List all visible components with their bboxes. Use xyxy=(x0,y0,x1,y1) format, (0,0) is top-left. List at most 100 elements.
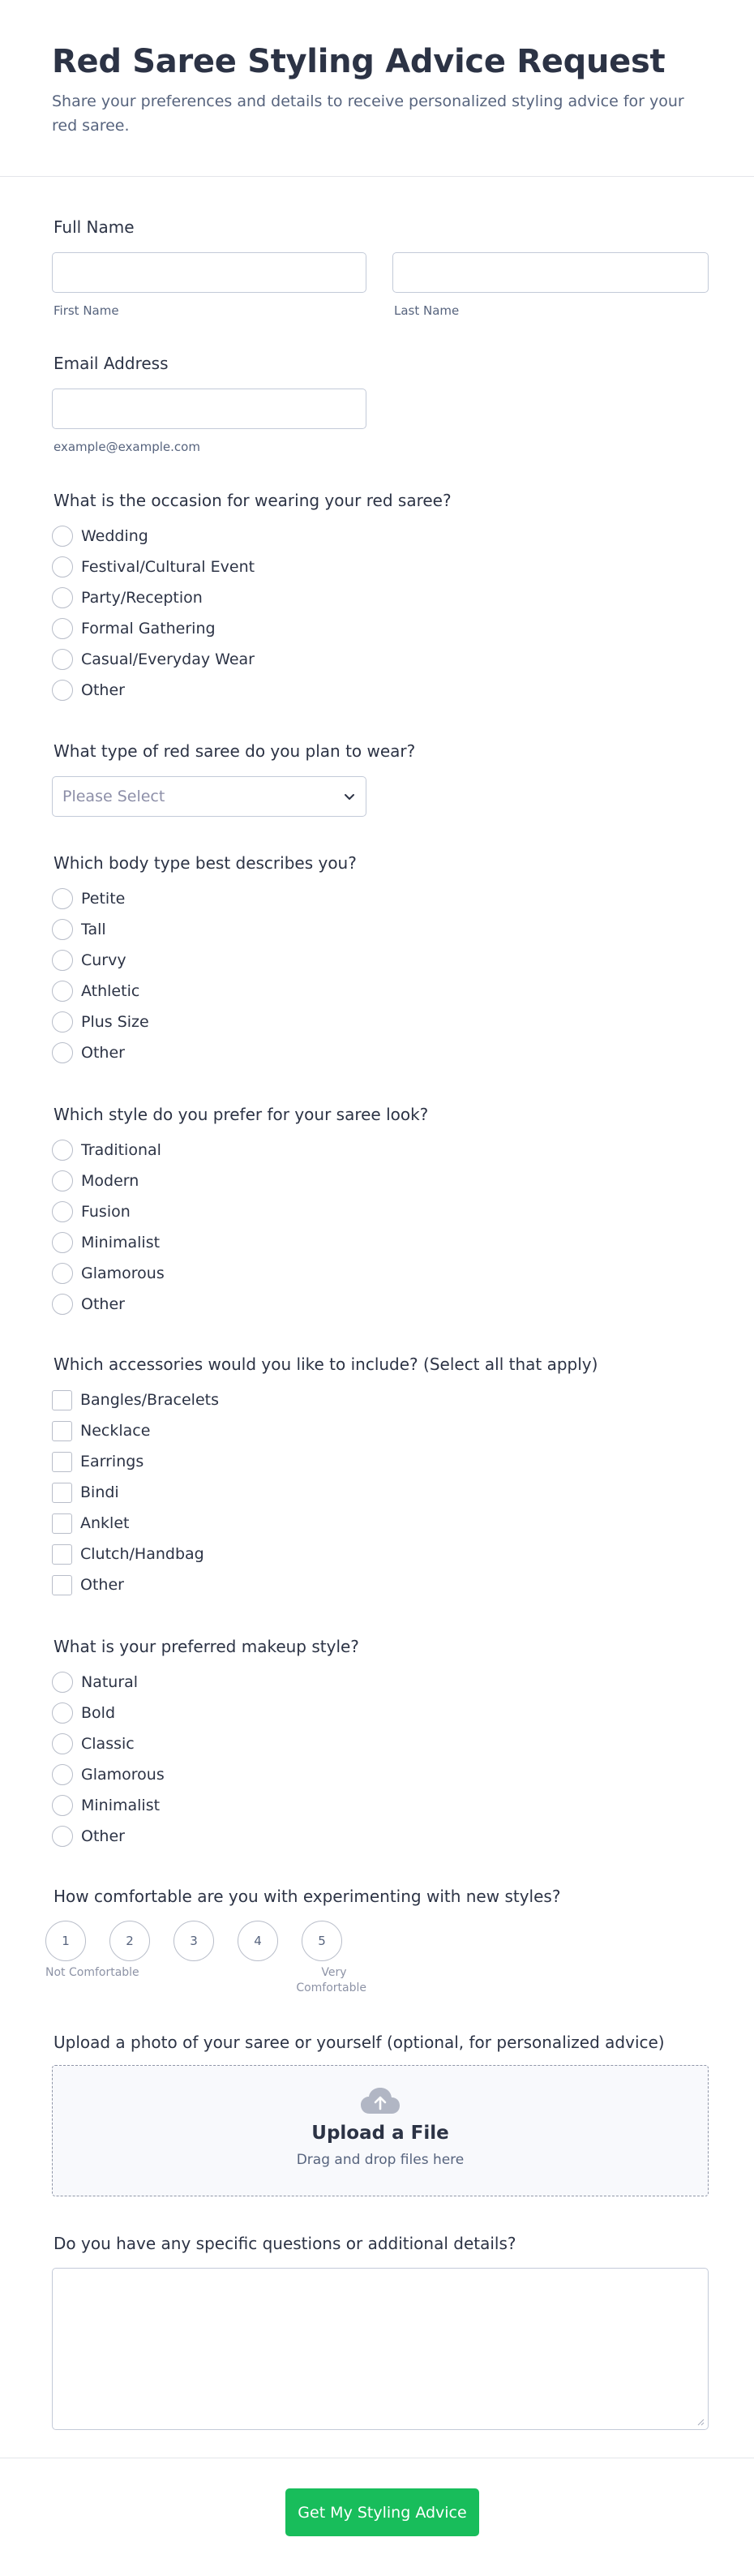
radio-button[interactable] xyxy=(52,649,73,670)
radio-button[interactable] xyxy=(52,888,73,909)
form-footer: Get My Styling Advice xyxy=(0,2458,754,2576)
radio-button[interactable] xyxy=(52,680,73,701)
makeup-option[interactable]: Glamorous xyxy=(52,1763,165,1786)
occasion-option[interactable]: Wedding xyxy=(52,525,148,547)
body-type-option[interactable]: Athletic xyxy=(52,980,139,1002)
body-type-option[interactable]: Petite xyxy=(52,887,125,910)
radio-button[interactable] xyxy=(52,1140,73,1161)
accessory-option[interactable]: Other xyxy=(52,1574,124,1596)
occasion-option[interactable]: Festival/Cultural Event xyxy=(52,556,255,578)
comfort-section: How comfortable are you with experimenti… xyxy=(45,1887,709,2000)
details-textarea[interactable] xyxy=(52,2268,709,2430)
checkbox[interactable] xyxy=(52,1420,72,1441)
form-page: Red Saree Styling Advice Request Share y… xyxy=(0,0,754,2576)
radio-button[interactable] xyxy=(52,618,73,639)
page-description: Share your preferences and details to re… xyxy=(52,92,684,135)
comfort-label: How comfortable are you with experimenti… xyxy=(54,1887,561,1906)
last-name-input[interactable] xyxy=(392,252,709,293)
first-name-input[interactable] xyxy=(52,252,366,293)
radio-button[interactable] xyxy=(52,1170,73,1191)
scale-max-caption-line1: Very xyxy=(321,1966,347,1979)
occasion-option[interactable]: Casual/Everyday Wear xyxy=(52,648,255,671)
checkbox[interactable] xyxy=(52,1451,72,1472)
radio-button[interactable] xyxy=(52,1201,73,1222)
scale-option-1[interactable]: 1 xyxy=(45,1921,86,1961)
body-type-option[interactable]: Plus Size xyxy=(52,1011,149,1033)
style-option[interactable]: Other xyxy=(52,1293,125,1316)
makeup-option[interactable]: Bold xyxy=(52,1702,115,1724)
radio-button[interactable] xyxy=(52,1294,73,1315)
saree-type-dropdown[interactable]: Please Select xyxy=(52,776,366,817)
occasion-option[interactable]: Formal Gathering xyxy=(52,617,216,640)
style-option[interactable]: Minimalist xyxy=(52,1231,160,1254)
radio-button[interactable] xyxy=(52,1672,73,1693)
radio-button[interactable] xyxy=(52,1826,73,1847)
radio-button[interactable] xyxy=(52,1042,73,1063)
body-type-option[interactable]: Curvy xyxy=(52,949,126,972)
accessory-option[interactable]: Clutch/Handbag xyxy=(52,1543,204,1565)
scale-option-3[interactable]: 3 xyxy=(174,1921,214,1961)
radio-button[interactable] xyxy=(52,526,73,547)
email-label: Email Address xyxy=(54,354,169,373)
checkbox[interactable] xyxy=(52,1482,72,1503)
accessories-section: Which accessories would you like to incl… xyxy=(52,1355,709,1606)
radio-button[interactable] xyxy=(52,1795,73,1816)
makeup-option[interactable]: Minimalist xyxy=(52,1794,160,1817)
scale-option-5[interactable]: 5 xyxy=(302,1921,342,1961)
dropdown-placeholder: Please Select xyxy=(62,788,165,805)
radio-button[interactable] xyxy=(52,919,73,940)
occasion-option[interactable]: Party/Reception xyxy=(52,586,203,609)
radio-button[interactable] xyxy=(52,1263,73,1284)
scale-min-caption: Not Comfortable xyxy=(45,1966,139,1979)
checkbox[interactable] xyxy=(52,1543,72,1565)
email-input[interactable] xyxy=(52,389,366,429)
occasion-section: What is the occasion for wearing your re… xyxy=(52,491,709,710)
scale-option-4[interactable]: 4 xyxy=(238,1921,278,1961)
file-upload-dropzone[interactable]: Upload a File Drag and drop files here xyxy=(52,2065,709,2196)
checkbox[interactable] xyxy=(52,1389,72,1410)
radio-button[interactable] xyxy=(52,587,73,608)
checkbox[interactable] xyxy=(52,1574,72,1595)
makeup-option[interactable]: Classic xyxy=(52,1732,135,1755)
makeup-label: What is your preferred makeup style? xyxy=(54,1637,359,1656)
resize-handle-icon[interactable] xyxy=(696,2418,705,2426)
body-type-option[interactable]: Tall xyxy=(52,918,106,941)
style-option[interactable]: Traditional xyxy=(52,1139,161,1161)
occasion-option[interactable]: Other xyxy=(52,679,125,702)
radio-button[interactable] xyxy=(52,556,73,577)
page-title: Red Saree Styling Advice Request xyxy=(52,43,666,80)
saree-type-label: What type of red saree do you plan to we… xyxy=(54,741,416,761)
radio-button[interactable] xyxy=(52,950,73,971)
accessory-option[interactable]: Anklet xyxy=(52,1512,129,1535)
details-label: Do you have any specific questions or ad… xyxy=(54,2234,516,2253)
accessory-option[interactable]: Bangles/Bracelets xyxy=(52,1389,219,1411)
radio-button[interactable] xyxy=(52,1702,73,1724)
makeup-option[interactable]: Natural xyxy=(52,1671,138,1694)
comfort-scale: 1 2 3 4 5 Not Comfortable Very Comfortab… xyxy=(45,1921,370,2002)
full-name-section: Full Name First Name Last Name xyxy=(52,217,709,323)
accessory-option[interactable]: Necklace xyxy=(52,1419,150,1442)
radio-button[interactable] xyxy=(52,1733,73,1754)
style-option[interactable]: Fusion xyxy=(52,1200,131,1223)
accessory-option[interactable]: Bindi xyxy=(52,1481,119,1504)
form-header: Red Saree Styling Advice Request Share y… xyxy=(0,0,754,177)
body-type-section: Which body type best describes you? Peti… xyxy=(52,853,709,1072)
checkbox[interactable] xyxy=(52,1513,72,1534)
makeup-section: What is your preferred makeup style? Nat… xyxy=(52,1637,709,1856)
radio-button[interactable] xyxy=(52,1232,73,1253)
last-name-sublabel: Last Name xyxy=(394,303,460,318)
scale-max-caption-line2: Comfortable xyxy=(296,1981,366,1994)
accessory-option[interactable]: Earrings xyxy=(52,1450,144,1473)
style-option[interactable]: Glamorous xyxy=(52,1262,165,1285)
body-type-option[interactable]: Other xyxy=(52,1041,125,1064)
makeup-option[interactable]: Other xyxy=(52,1825,125,1848)
style-option[interactable]: Modern xyxy=(52,1170,139,1192)
radio-button[interactable] xyxy=(52,1011,73,1033)
saree-type-section: What type of red saree do you plan to we… xyxy=(52,741,709,822)
style-section: Which style do you prefer for your saree… xyxy=(52,1105,709,1324)
radio-button[interactable] xyxy=(52,1764,73,1785)
details-section: Do you have any specific questions or ad… xyxy=(52,2234,709,2436)
scale-option-2[interactable]: 2 xyxy=(109,1921,150,1961)
submit-button[interactable]: Get My Styling Advice xyxy=(285,2488,479,2536)
radio-button[interactable] xyxy=(52,981,73,1002)
